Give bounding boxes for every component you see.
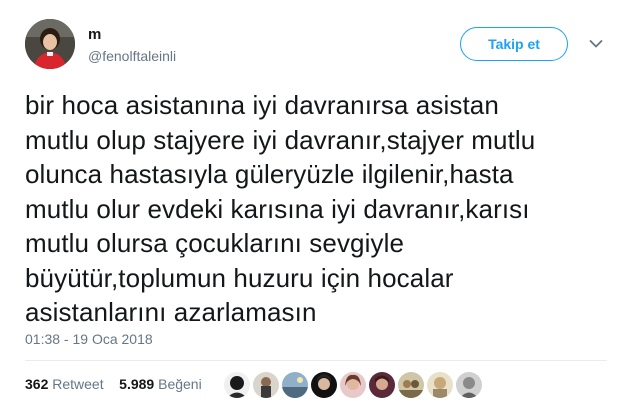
liker-avatar-icon[interactable] bbox=[282, 372, 308, 398]
liker-avatar-icon[interactable] bbox=[340, 372, 366, 398]
tweet-stats: 362 Retweet 5.989 Beğeni bbox=[25, 376, 202, 392]
tweet-text-line: mutlu olursa çocuklarını sevgiyle bbox=[25, 228, 405, 258]
tweet-text-line: bir hoca asistanına iyi davranırsa asist… bbox=[25, 90, 499, 120]
tweet-text-line: mutlu olup stajyere iyi davranır,stajyer… bbox=[25, 124, 536, 155]
tweet-text: bir hoca asistanına iyi davranırsa asist… bbox=[25, 88, 615, 330]
tweet-timestamp[interactable]: 01:38 - 19 Oca 2018 bbox=[25, 331, 153, 347]
author-handle[interactable]: @fenolftaleinli bbox=[88, 48, 176, 64]
liker-avatar-icon[interactable] bbox=[311, 372, 337, 398]
liker-avatar-icon[interactable] bbox=[427, 372, 453, 398]
author-avatar[interactable] bbox=[25, 19, 75, 69]
retweet-count[interactable]: 362 bbox=[25, 376, 48, 392]
tweet-text-line: asistanlarını azarlamasın bbox=[25, 297, 317, 327]
author-name[interactable]: m bbox=[88, 26, 101, 43]
follow-button[interactable]: Takip et bbox=[460, 27, 568, 61]
liker-avatars bbox=[224, 372, 482, 398]
divider bbox=[25, 360, 607, 361]
like-label[interactable]: Beğeni bbox=[158, 376, 202, 392]
liker-avatar-icon[interactable] bbox=[398, 372, 424, 398]
liker-avatar-icon[interactable] bbox=[369, 372, 395, 398]
retweet-label[interactable]: Retweet bbox=[52, 376, 103, 392]
liker-avatar-icon[interactable] bbox=[253, 372, 279, 398]
liker-avatar-icon[interactable] bbox=[224, 372, 250, 398]
tweet-text-line: büyütür,toplumun huzuru için hocalar bbox=[25, 262, 454, 293]
tweet-text-line: olunca hastasıyla güleryüzle ilgilenir,h… bbox=[25, 159, 514, 189]
like-count[interactable]: 5.989 bbox=[119, 376, 154, 392]
profile-photo-icon bbox=[25, 19, 75, 69]
liker-avatar-icon[interactable] bbox=[456, 372, 482, 398]
chevron-down-icon[interactable] bbox=[589, 39, 603, 49]
tweet-text-line: mutlu olur evdeki karısına iyi davranır,… bbox=[25, 193, 530, 224]
